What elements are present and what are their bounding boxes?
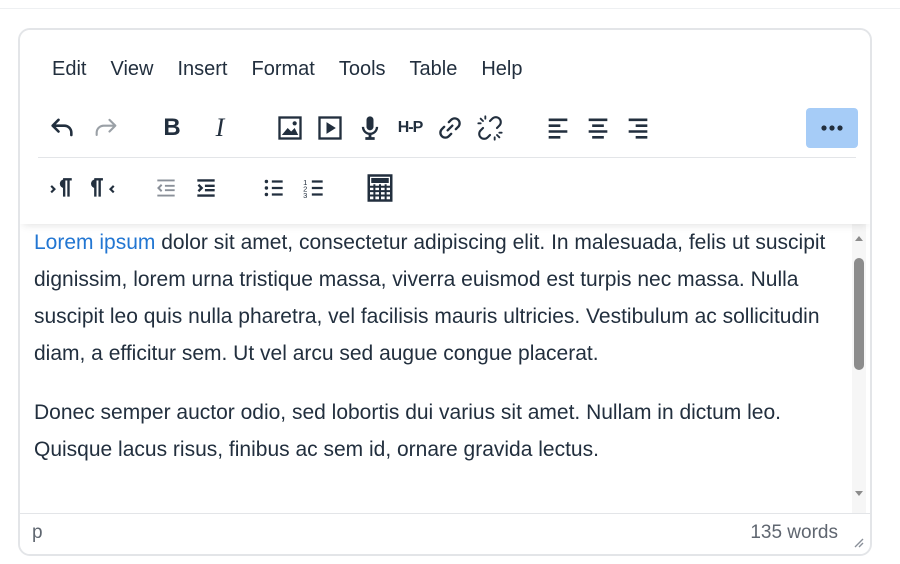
align-right-icon xyxy=(628,118,648,139)
status-bar: p 135 words xyxy=(20,513,870,554)
more-icon xyxy=(821,125,843,131)
ltr-button[interactable] xyxy=(42,168,82,208)
menu-help[interactable]: Help xyxy=(469,56,534,82)
resize-handle-icon[interactable] xyxy=(852,536,864,548)
insert-image-button[interactable] xyxy=(270,108,310,148)
numbered-list-button[interactable]: 123 xyxy=(294,168,334,208)
bullet-list-button[interactable] xyxy=(254,168,294,208)
media-icon xyxy=(318,116,342,140)
italic-button[interactable]: I xyxy=(200,108,240,148)
paragraph-1: Lorem ipsum dolor sit amet, consectetur … xyxy=(20,224,870,372)
word-count[interactable]: 135 words xyxy=(750,522,838,544)
menu-table[interactable]: Table xyxy=(398,56,470,82)
bullet-list-icon xyxy=(264,179,283,197)
insert-link-button[interactable] xyxy=(430,108,470,148)
remove-link-button[interactable] xyxy=(470,108,510,148)
calculator-icon xyxy=(367,174,393,202)
page-top-divider xyxy=(0,8,900,9)
menu-view[interactable]: View xyxy=(98,56,165,82)
menubar: Edit View Insert Format Tools Table Help xyxy=(40,56,535,82)
insert-media-button[interactable] xyxy=(310,108,350,148)
scroll-down-arrow-icon[interactable] xyxy=(852,488,866,500)
image-icon xyxy=(278,116,302,140)
ltr-icon xyxy=(50,178,72,197)
undo-icon xyxy=(51,118,73,137)
link-icon xyxy=(439,117,461,139)
menu-insert[interactable]: Insert xyxy=(165,56,239,82)
element-path[interactable]: p xyxy=(32,522,43,544)
paragraph-2: Donec semper auctor odio, sed lobortis d… xyxy=(34,401,781,461)
menu-edit[interactable]: Edit xyxy=(40,56,98,82)
redo-icon xyxy=(95,118,117,137)
align-left-button[interactable] xyxy=(538,108,578,148)
bold-button[interactable]: B xyxy=(152,108,192,148)
undo-button[interactable] xyxy=(42,108,82,148)
voice-record-button[interactable] xyxy=(350,108,390,148)
menu-format[interactable]: Format xyxy=(240,56,327,82)
indent-icon xyxy=(197,179,215,197)
indent-button[interactable] xyxy=(186,168,226,208)
scroll-up-arrow-icon[interactable] xyxy=(852,232,866,244)
toolbar-row-primary: B I H-P xyxy=(42,106,658,150)
align-left-icon xyxy=(548,118,568,139)
more-toolbar-button[interactable] xyxy=(806,108,858,148)
rtl-icon xyxy=(91,178,115,197)
redo-button[interactable] xyxy=(86,108,126,148)
h5p-button[interactable]: H-P xyxy=(390,108,430,148)
numbered-list-icon: 123 xyxy=(303,178,323,200)
italic-icon: I xyxy=(215,113,225,142)
rich-text-editor: Edit View Insert Format Tools Table Help… xyxy=(18,28,872,556)
bold-icon: B xyxy=(163,114,181,141)
calculator-button[interactable] xyxy=(360,168,400,208)
scrollbar-thumb[interactable] xyxy=(854,258,864,370)
microphone-icon xyxy=(361,116,379,140)
unlink-icon xyxy=(477,115,503,141)
align-right-button[interactable] xyxy=(618,108,658,148)
align-center-icon xyxy=(588,118,608,139)
h5p-icon: H-P xyxy=(397,119,424,136)
editor-header: Edit View Insert Format Tools Table Help… xyxy=(20,30,870,224)
content-link[interactable]: Lorem ipsum xyxy=(34,231,155,254)
menu-tools[interactable]: Tools xyxy=(327,56,398,82)
editor-content-area[interactable]: Lorem ipsum dolor sit amet, consectetur … xyxy=(20,224,870,514)
align-center-button[interactable] xyxy=(578,108,618,148)
toolbar-row-secondary: 123 xyxy=(42,166,400,210)
svg-text:3: 3 xyxy=(303,191,307,200)
rtl-button[interactable] xyxy=(84,168,124,208)
outdent-button[interactable] xyxy=(146,168,186,208)
outdent-icon xyxy=(157,179,175,197)
toolbar-divider xyxy=(38,157,856,158)
